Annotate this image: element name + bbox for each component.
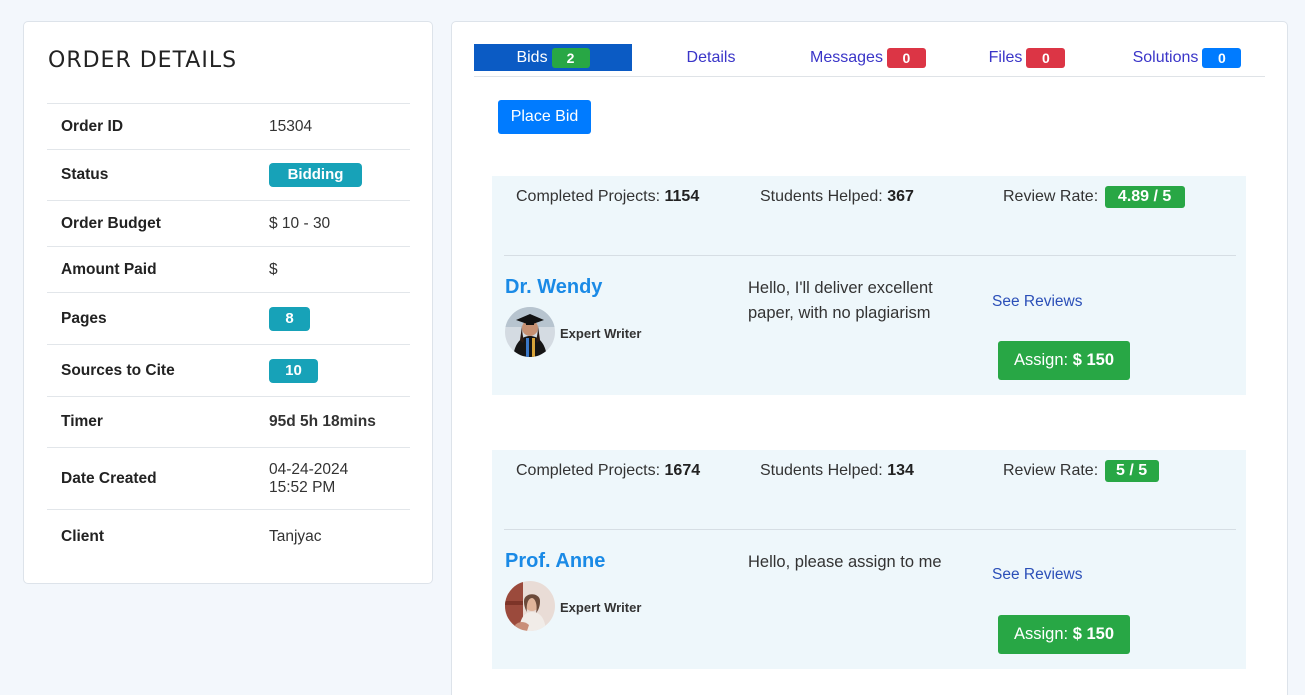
review-rate-badge: 4.89 / 5 [1104,186,1185,208]
date-created-date: 04-24-2024 [269,460,349,478]
students-helped-stat: Students Helped: 134 [760,462,914,479]
date-created-time: 15:52 PM [269,478,336,496]
bid-card: Completed Projects: 1154 Students Helped… [492,176,1246,395]
completed-projects-stat: Completed Projects: 1154 [516,188,700,205]
order-row-timer: Timer 95d 5h 18mins [47,397,410,448]
row-label: Sources to Cite [61,361,175,379]
writer-role: Expert Writer [560,326,642,341]
order-row-sources: Sources to Cite 10 [47,345,410,397]
order-row-date-created: Date Created 04-24-2024 15:52 PM [47,448,410,510]
review-rate-stat: Review Rate: 4.89 / 5 [1003,186,1185,208]
order-row-client: Client Tanjyac [47,510,410,563]
row-label: Timer [61,413,103,430]
bid-message: Hello, I'll deliver excellent paper, wit… [748,279,933,322]
writer-name-link[interactable]: Dr. Wendy [505,276,602,299]
writer-avatar[interactable] [505,307,555,357]
files-count-badge: 0 [1026,47,1066,68]
see-reviews-link[interactable]: See Reviews [992,293,1082,311]
messages-count-badge: 0 [886,47,926,68]
bid-message: Hello, please assign to me [748,553,942,571]
writer-role: Expert Writer [560,600,642,615]
bid-divider [504,529,1236,530]
tab-solutions[interactable]: Solutions 0 [1128,44,1246,71]
row-label: Amount Paid [61,260,157,278]
place-bid-button[interactable]: Place Bid [498,100,591,134]
tab-label: Messages [810,48,883,66]
bid-card: Completed Projects: 1674 Students Helped… [492,450,1246,669]
status-badge: Bidding [269,163,362,187]
assign-button[interactable]: Assign: $ 150 [998,341,1130,380]
completed-projects-stat: Completed Projects: 1674 [516,462,701,479]
solutions-count-badge: 0 [1202,47,1242,68]
tab-label: Files [988,48,1023,66]
bid-divider [504,255,1236,256]
sources-badge: 10 [269,358,318,383]
writer-name-link[interactable]: Prof. Anne [505,550,605,573]
row-label: Date Created [61,469,157,487]
review-rate-badge: 5 / 5 [1104,460,1159,482]
avatar-graduate-image [505,307,555,357]
pages-badge: 8 [269,306,310,331]
assign-button[interactable]: Assign: $ 150 [998,615,1130,654]
tab-messages[interactable]: Messages 0 [805,44,931,71]
tab-files[interactable]: Files 0 [987,44,1067,71]
tab-details[interactable]: Details [672,44,750,71]
row-label: Client [61,527,105,545]
bids-count-badge: 2 [551,47,590,68]
writer-avatar[interactable] [505,581,555,631]
avatar-photo-image [505,581,555,631]
bids-card: Bids 2 Details Messages 0 Files 0 Soluti… [451,21,1288,695]
order-row-budget: Order Budget $ 10 - 30 [47,201,410,247]
row-label: Order Budget [61,214,161,232]
tab-label: Solutions [1132,48,1199,66]
review-rate-stat: Review Rate: 5 / 5 [1003,460,1159,482]
tab-bids[interactable]: Bids 2 [474,44,632,71]
order-details-card: ORDER DETAILS Order ID 15304 Status Bidd… [23,21,433,584]
order-details-table: Order ID 15304 Status Bidding Order Budg… [47,103,410,563]
order-id-value: 15304 [269,117,313,135]
order-row-amount-paid: Amount Paid $ [47,247,410,293]
see-reviews-link[interactable]: See Reviews [992,566,1082,584]
client-link[interactable]: Tanjyac [269,528,322,546]
order-budget-value: $ 10 - 30 [269,214,331,232]
order-details-title: ORDER DETAILS [48,48,238,73]
order-row-id: Order ID 15304 [47,104,410,150]
timer-value: 95d 5h 18mins [269,413,376,430]
order-row-pages: Pages 8 [47,293,410,345]
date-created-value: 04-24-2024 15:52 PM [269,461,348,497]
row-label: Status [61,166,109,183]
row-label: Pages [61,309,107,327]
students-helped-stat: Students Helped: 367 [760,188,914,205]
tab-label: Bids [516,48,548,66]
row-label: Order ID [61,117,124,135]
order-row-status: Status Bidding [47,150,410,201]
amount-paid-value: $ [269,260,278,278]
tab-bar: Bids 2 Details Messages 0 Files 0 Soluti… [474,44,1265,77]
tab-label: Details [686,48,736,66]
